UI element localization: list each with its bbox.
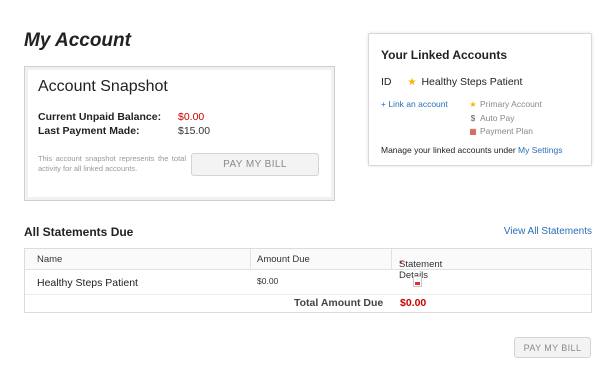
pay-my-bill-button[interactable]: PAY MY BILL [191, 153, 319, 176]
table-header: Name Amount Due Statement Details* [25, 249, 591, 281]
account-legend: ★ Primary Account $ Auto Pay ▦ Payment Plan [468, 98, 542, 139]
column-amount: Amount Due [257, 254, 310, 265]
manage-accounts-label: Manage your linked accounts under [381, 145, 516, 155]
unpaid-balance-label: Current Unpaid Balance: [38, 111, 162, 123]
pdf-icon[interactable] [413, 276, 422, 287]
legend-autopay: $ Auto Pay [468, 112, 542, 126]
last-payment-value: $15.00 [178, 125, 211, 137]
id-label: ID [381, 76, 392, 88]
total-amount-label: Total Amount Due [294, 297, 384, 309]
autopay-icon: $ [470, 113, 476, 123]
row-divider [25, 294, 591, 295]
star-icon: ★ [469, 100, 477, 109]
my-settings-link[interactable]: My Settings [518, 145, 562, 155]
linked-accounts-panel: Your Linked Accounts ID ★ Healthy Steps Pa… [368, 33, 592, 166]
statements-title: All Statements Due [24, 225, 134, 239]
view-all-statements-link[interactable]: View All Statements [504, 226, 592, 237]
snapshot-note: This account snapshot represents the tot… [38, 154, 186, 173]
required-mark: * [399, 259, 403, 270]
legend-plan: ▦ Payment Plan [468, 125, 542, 139]
account-snapshot-panel: Account Snapshot Current Unpaid Balance:… [24, 66, 335, 201]
linked-accounts-title: Your Linked Accounts [381, 48, 508, 62]
legend-autopay-label: Auto Pay [480, 112, 515, 123]
manage-accounts-text: Manage your linked accounts under My Set… [381, 145, 562, 155]
link-account-link[interactable]: + Link an account [381, 99, 448, 109]
legend-plan-label: Payment Plan [480, 126, 533, 136]
column-divider [250, 249, 251, 270]
column-divider [391, 249, 392, 270]
unpaid-balance-value: $0.00 [178, 111, 205, 123]
pay-my-bill-button-bottom[interactable]: PAY MY BILL [514, 337, 591, 358]
row-name: Healthy Steps Patient [37, 277, 138, 289]
total-amount-value: $0.00 [400, 297, 427, 309]
last-payment-row: Last Payment Made: $15.00 [38, 125, 210, 137]
row-amount: $0.00 [257, 276, 279, 286]
unpaid-balance-row: Current Unpaid Balance: $0.00 [38, 111, 204, 123]
linked-account-name[interactable]: Healthy Steps Patient [421, 76, 522, 88]
legend-primary-label: Primary Account [480, 99, 542, 109]
statements-table: Name Amount Due Statement Details* Healt… [24, 248, 592, 313]
star-icon: ★ [407, 77, 417, 88]
page-title: My Account [24, 30, 131, 51]
last-payment-label: Last Payment Made: [38, 125, 140, 137]
snapshot-title: Account Snapshot [38, 78, 168, 95]
linked-account-row: ID ★ Healthy Steps Patient [381, 76, 522, 88]
calendar-icon: ▦ [469, 127, 477, 136]
legend-primary: ★ Primary Account [468, 98, 542, 112]
column-name: Name [37, 254, 63, 265]
